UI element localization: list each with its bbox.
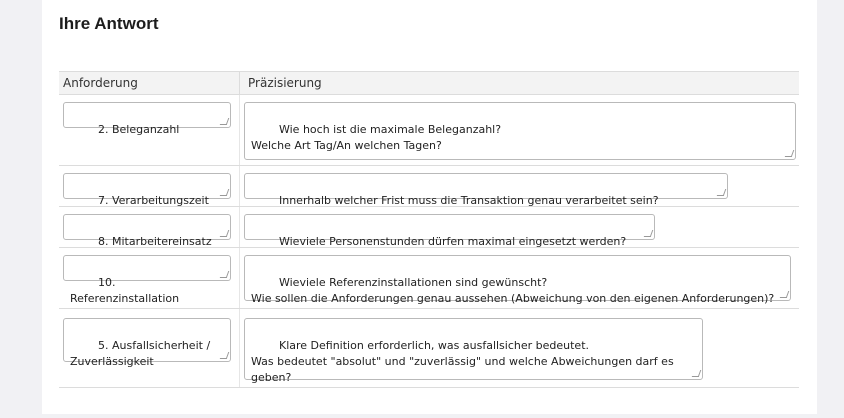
requirement-field[interactable]: 7. Verarbeitungszeit <box>63 173 231 207</box>
resize-handle-icon[interactable] <box>784 150 795 157</box>
answer-panel: Ihre Antwort Anforderung Präzisierung 2.… <box>42 0 817 414</box>
resize-handle-icon[interactable] <box>219 189 230 196</box>
column-header-detail: Präzisierung <box>239 72 322 94</box>
resize-handle-icon[interactable] <box>643 230 654 237</box>
detail-text: Klare Definition erforderlich, was ausfa… <box>251 339 674 384</box>
requirement-text: 7. Verarbeitungszeit <box>97 194 209 207</box>
resize-handle-icon[interactable] <box>716 189 727 196</box>
requirement-text: 5. Ausfallsicherheit / Zuverlässigkeit <box>70 339 211 368</box>
detail-field[interactable]: Wie hoch ist die maximale Beleganzahl? W… <box>244 102 796 160</box>
detail-field[interactable]: Klare Definition erforderlich, was ausfa… <box>244 318 703 384</box>
detail-text: Wieviele Referenzinstallationen sind gew… <box>251 276 775 305</box>
resize-handle-icon[interactable] <box>219 352 230 359</box>
resize-handle-icon[interactable] <box>691 370 702 377</box>
table-row: 2. Beleganzahl Wie hoch ist die maximale… <box>59 95 799 166</box>
table-row: 10. Referenzinstallation Wieviele Refere… <box>59 248 799 309</box>
requirements-table: Anforderung Präzisierung 2. Beleganzahl … <box>59 71 799 388</box>
detail-field[interactable]: Innerhalb welcher Frist muss die Transak… <box>244 173 728 207</box>
resize-handle-icon[interactable] <box>219 271 230 278</box>
table-row: 8. Mitarbeitereinsatz Wieviele Personens… <box>59 207 799 248</box>
section-title: Ihre Antwort <box>59 14 159 33</box>
column-header-requirement: Anforderung <box>63 76 138 90</box>
requirement-text: 2. Beleganzahl <box>97 123 180 136</box>
detail-text: Innerhalb welcher Frist muss die Transak… <box>278 194 659 207</box>
detail-text: Wieviele Personenstunden dürfen maximal … <box>278 235 627 248</box>
detail-field[interactable]: Wieviele Personenstunden dürfen maximal … <box>244 214 655 248</box>
requirement-text: 8. Mitarbeitereinsatz <box>97 235 212 248</box>
table-row: 5. Ausfallsicherheit / Zuverlässigkeit K… <box>59 309 799 388</box>
table-header: Anforderung Präzisierung <box>59 72 799 95</box>
table-row: 7. Verarbeitungszeit Innerhalb welcher F… <box>59 166 799 207</box>
resize-handle-icon[interactable] <box>219 230 230 237</box>
requirement-field[interactable]: 2. Beleganzahl <box>63 102 231 136</box>
detail-field[interactable]: Wieviele Referenzinstallationen sind gew… <box>244 255 791 305</box>
requirement-field[interactable]: 8. Mitarbeitereinsatz <box>63 214 231 248</box>
requirement-field[interactable]: 10. Referenzinstallation <box>63 255 231 305</box>
requirement-field[interactable]: 5. Ausfallsicherheit / Zuverlässigkeit <box>63 318 231 368</box>
resize-handle-icon[interactable] <box>779 291 790 298</box>
detail-text: Wie hoch ist die maximale Beleganzahl? W… <box>251 123 502 152</box>
resize-handle-icon[interactable] <box>219 118 230 125</box>
requirement-text: 10. Referenzinstallation <box>70 276 180 305</box>
